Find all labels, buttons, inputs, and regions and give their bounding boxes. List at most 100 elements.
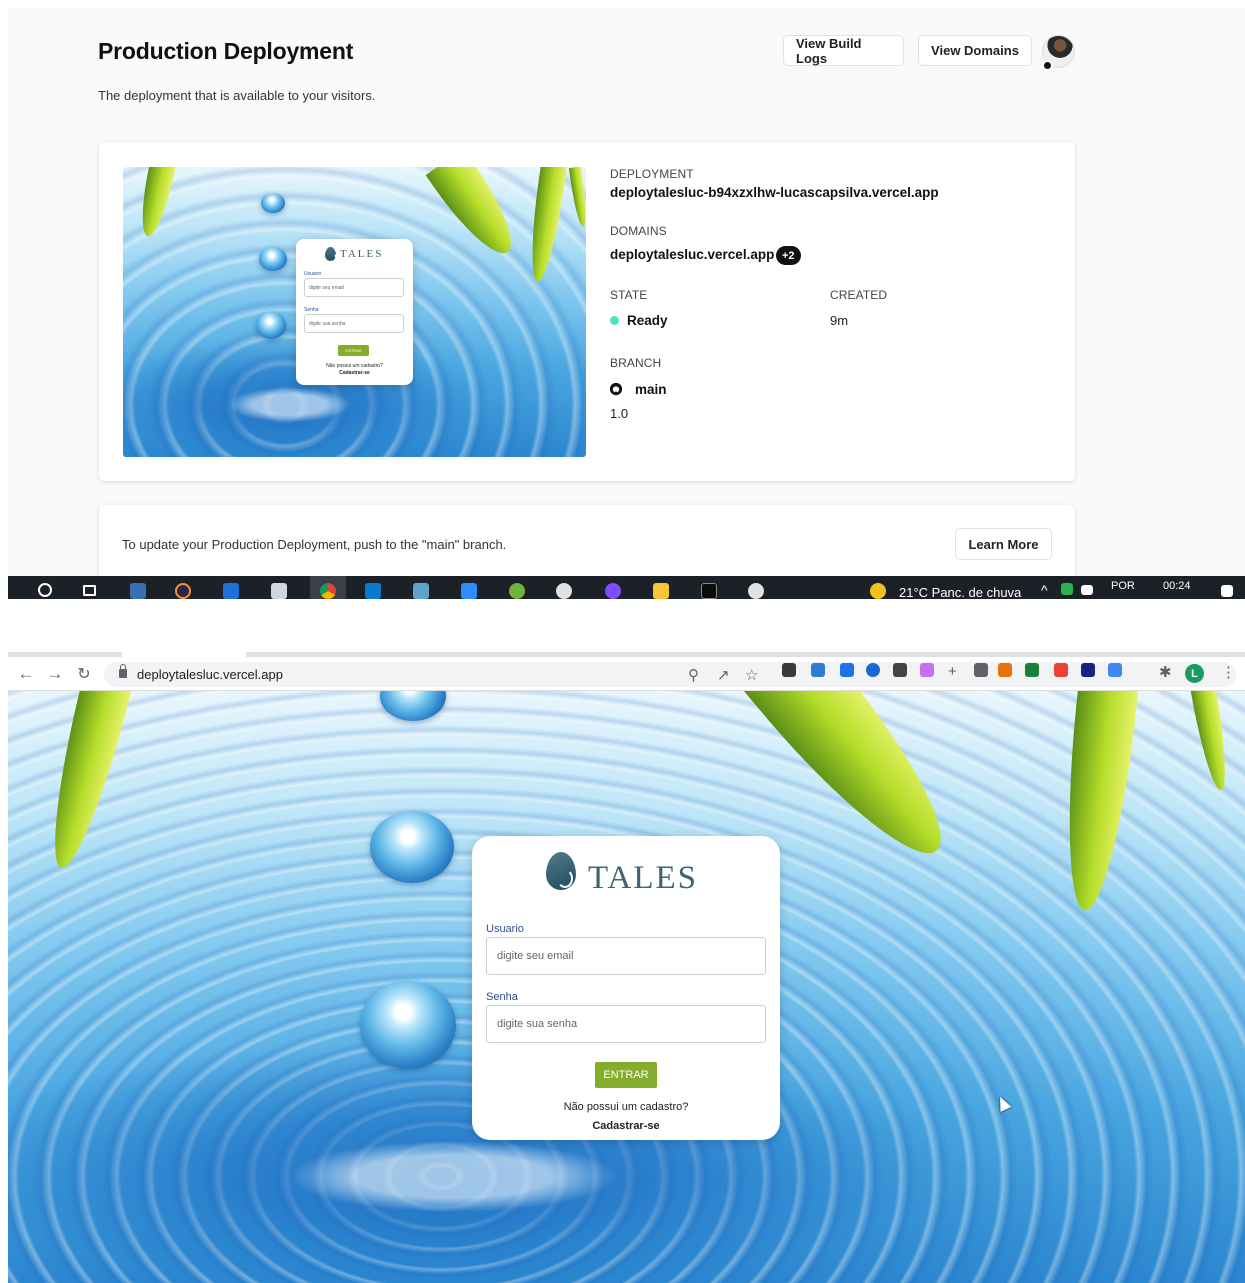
reload-icon[interactable]: ↻ bbox=[75, 664, 93, 684]
network-icon[interactable] bbox=[1081, 585, 1093, 595]
page-title: Production Deployment bbox=[98, 38, 354, 64]
user-input-preview: digite seu email bbox=[304, 278, 404, 297]
extension-icon[interactable] bbox=[811, 663, 825, 677]
enter-button-preview: ENTRAR bbox=[338, 345, 369, 356]
register-question: Não possui um cadastro? bbox=[563, 1101, 689, 1113]
water-drop-image bbox=[261, 193, 285, 213]
email-field[interactable]: digite seu email bbox=[486, 937, 766, 975]
domains-label: DOMAINS bbox=[610, 224, 667, 238]
eclipse-icon[interactable] bbox=[175, 583, 191, 599]
extension-icon[interactable] bbox=[920, 663, 934, 677]
user-label: Usuario bbox=[304, 271, 322, 277]
zoom-icon[interactable] bbox=[461, 583, 477, 599]
register-link-preview: Cadastrar-se bbox=[339, 370, 370, 376]
vercel-dashboard: Production Deployment The deployment tha… bbox=[8, 8, 1245, 576]
weather-icon[interactable] bbox=[870, 583, 886, 599]
menu-icon[interactable]: ⋮ bbox=[1221, 663, 1236, 681]
created-value: 9m bbox=[830, 313, 849, 328]
deployment-url[interactable]: deploytalesluc-b94xzxlhw-lucascapsilva.v… bbox=[610, 185, 939, 200]
messenger-icon[interactable] bbox=[605, 583, 621, 599]
extension-icon[interactable] bbox=[1025, 663, 1039, 677]
url-text[interactable]: deploytalesluc.vercel.app bbox=[137, 667, 283, 682]
extension-icon[interactable] bbox=[974, 663, 988, 677]
view-build-logs-button[interactable]: View Build Logs bbox=[783, 35, 904, 66]
weather-text[interactable]: 21°C Panc. de chuva bbox=[899, 585, 1021, 599]
extension-icon[interactable] bbox=[893, 663, 907, 677]
login-card: TALES Usuario digite seu email Senha dig… bbox=[472, 836, 780, 1140]
extension-icon[interactable]: + bbox=[948, 663, 957, 680]
deployment-preview[interactable]: TALES Usuario digite seu email Senha dig… bbox=[123, 167, 586, 457]
branch-label: BRANCH bbox=[610, 356, 662, 370]
tales-logo-icon bbox=[325, 247, 338, 263]
view-domains-button[interactable]: View Domains bbox=[918, 35, 1032, 66]
brand-name: TALES bbox=[340, 248, 384, 260]
user-label: Usuario bbox=[486, 923, 524, 935]
state-value: Ready bbox=[627, 313, 668, 328]
domains-count-badge[interactable]: +2 bbox=[776, 246, 801, 265]
extension-icon[interactable] bbox=[998, 663, 1012, 677]
login-card-preview: TALES Usuario digite seu email Senha dig… bbox=[296, 239, 413, 385]
terminal-icon[interactable] bbox=[701, 583, 717, 599]
update-info-card: To update your Production Deployment, pu… bbox=[99, 505, 1075, 576]
water-drop-image bbox=[259, 247, 287, 271]
task-view-icon[interactable] bbox=[83, 585, 96, 596]
created-label: CREATED bbox=[830, 288, 888, 302]
branch-name[interactable]: main bbox=[635, 382, 667, 397]
water-drop-image bbox=[370, 811, 454, 883]
browser-toolbar: ← → ↻ deploytalesluc.vercel.app ⚲ ↗ ☆ + … bbox=[8, 657, 1245, 691]
brand-name: TALES bbox=[588, 860, 699, 896]
tales-logo-icon bbox=[546, 852, 576, 890]
water-drop-image bbox=[360, 981, 456, 1069]
folder-icon[interactable] bbox=[653, 583, 669, 599]
lock-icon[interactable] bbox=[119, 664, 127, 678]
password-input-preview: digite sua senha bbox=[304, 314, 404, 333]
chevron-up-icon[interactable]: ^ bbox=[1041, 582, 1048, 598]
pen-icon[interactable] bbox=[413, 583, 429, 599]
extension-icon[interactable] bbox=[782, 663, 796, 677]
update-info-text: To update your Production Deployment, pu… bbox=[122, 537, 507, 552]
paint-icon[interactable] bbox=[748, 583, 764, 599]
chrome-icon[interactable] bbox=[320, 583, 336, 599]
language-indicator[interactable]: POR bbox=[1111, 580, 1135, 592]
deployment-card: TALES Usuario digite seu email Senha dig… bbox=[99, 142, 1075, 481]
forward-icon[interactable]: → bbox=[46, 664, 64, 684]
register-question: Não possui um cadastro? bbox=[326, 363, 383, 369]
github-icon bbox=[609, 382, 623, 396]
search-icon[interactable] bbox=[38, 583, 52, 597]
slack-icon[interactable] bbox=[556, 583, 572, 599]
extension-icon[interactable] bbox=[1108, 663, 1122, 677]
password-label: Senha bbox=[304, 307, 319, 313]
windows-taskbar: 21°C Panc. de chuva ^ POR 00:24 bbox=[8, 576, 1245, 599]
water-drop-image bbox=[256, 312, 286, 339]
vscode-icon[interactable] bbox=[365, 583, 381, 599]
vs-icon[interactable] bbox=[130, 583, 146, 599]
extension-icon[interactable] bbox=[866, 663, 880, 677]
status-dot bbox=[610, 316, 619, 325]
store-icon[interactable] bbox=[223, 583, 239, 599]
register-link[interactable]: Cadastrar-se bbox=[472, 1120, 780, 1132]
state-label: STATE bbox=[610, 288, 648, 302]
zoom-icon[interactable]: ⚲ bbox=[688, 666, 699, 684]
learn-more-button[interactable]: Learn More bbox=[955, 528, 1052, 560]
enter-button[interactable]: ENTRAR bbox=[595, 1062, 657, 1088]
spring-icon[interactable] bbox=[509, 583, 525, 599]
back-icon[interactable]: ← bbox=[17, 664, 35, 684]
extensions-puzzle-icon[interactable]: ✱ bbox=[1159, 663, 1172, 681]
page-viewport: TALES Usuario digite seu email Senha dig… bbox=[8, 691, 1245, 1283]
page-subtitle: The deployment that is available to your… bbox=[98, 88, 376, 103]
extension-icon[interactable] bbox=[1054, 663, 1068, 677]
app-icon[interactable] bbox=[271, 583, 287, 599]
notification-icon[interactable] bbox=[1221, 585, 1233, 597]
password-label: Senha bbox=[486, 991, 518, 1003]
tray-icon[interactable] bbox=[1061, 583, 1073, 595]
github-icon bbox=[1042, 60, 1053, 71]
clock[interactable]: 00:24 bbox=[1163, 580, 1191, 592]
domain-link[interactable]: deploytalesluc.vercel.app bbox=[610, 247, 774, 262]
commit-message: 1.0 bbox=[610, 406, 629, 421]
extension-icon[interactable] bbox=[840, 663, 854, 677]
star-icon[interactable]: ☆ bbox=[745, 666, 758, 684]
extension-icon[interactable] bbox=[1081, 663, 1095, 677]
profile-avatar[interactable]: L bbox=[1185, 664, 1204, 683]
password-field[interactable]: digite sua senha bbox=[486, 1005, 766, 1043]
share-icon[interactable]: ↗ bbox=[717, 666, 730, 684]
